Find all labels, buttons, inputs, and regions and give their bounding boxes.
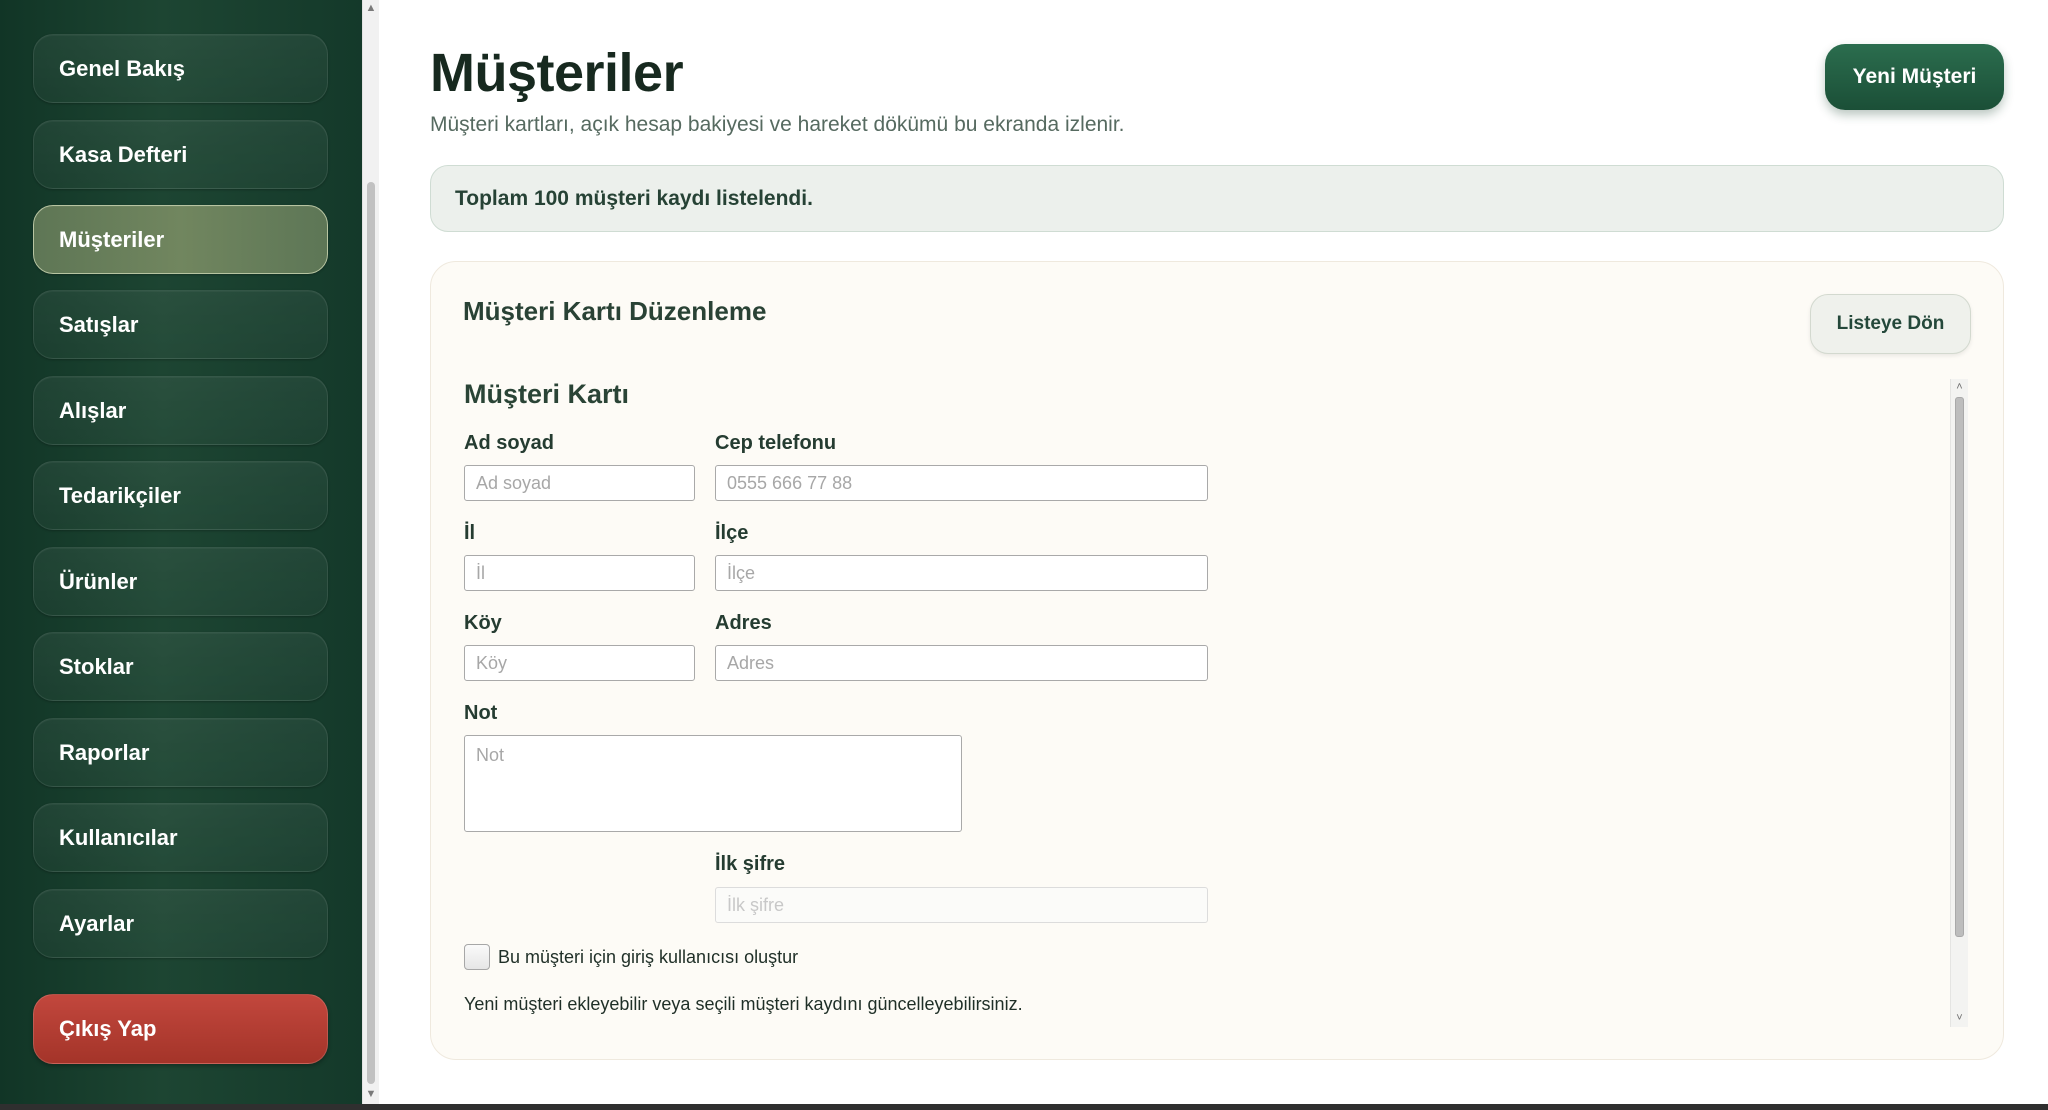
phone-label: Cep telefonu — [715, 432, 837, 454]
help-text: Yeni müşteri ekleyebilir veya seçili müş… — [464, 994, 1023, 1014]
form-title: Müşteri Kartı — [464, 379, 630, 409]
sidebar-item-kasa-defteri[interactable]: Kasa Defteri — [33, 120, 328, 189]
logout-label: Çıkış Yap — [59, 1016, 157, 1041]
create-login-label[interactable]: Bu müşteri için giriş kullanıcısı oluştu… — [498, 947, 798, 968]
sidebar-item-label: Stoklar — [59, 653, 134, 679]
page-scrollbar-thumb[interactable] — [367, 182, 375, 1084]
new-customer-button[interactable]: Yeni Müşteri — [1825, 44, 2004, 110]
sidebar-item-label: Ayarlar — [59, 910, 135, 936]
district-label: İlçe — [715, 522, 749, 544]
page-scrollbar[interactable]: ▲ ▼ — [362, 0, 379, 1104]
page-title: Müşteriler — [430, 43, 684, 103]
scroll-down-arrow-icon[interactable]: ▼ — [363, 1086, 379, 1103]
sidebar-item-label: Kasa Defteri — [59, 141, 188, 167]
sidebar-item-label: Genel Bakış — [59, 55, 185, 81]
note-textarea[interactable] — [464, 735, 962, 832]
card-title: Müşteri Kartı Düzenleme — [463, 296, 767, 326]
sidebar-item-genel-bakis[interactable]: Genel Bakış — [33, 34, 328, 103]
sidebar-item-urunler[interactable]: Ürünler — [33, 547, 328, 616]
page-subtitle: Müşteri kartları, açık hesap bakiyesi ve… — [430, 113, 1125, 136]
sidebar-item-satislar[interactable]: Satışlar — [33, 290, 328, 359]
village-label: Köy — [464, 612, 502, 634]
address-label: Adres — [715, 612, 772, 634]
info-banner-text: Toplam 100 müşteri kaydı listelendi. — [455, 186, 813, 210]
sidebar: Genel Bakış Kasa Defteri Müşteriler Satı… — [0, 0, 362, 1104]
sidebar-item-label: Satışlar — [59, 311, 139, 337]
form-scrollbar-thumb[interactable] — [1955, 397, 1964, 937]
sidebar-item-label: Raporlar — [59, 739, 150, 765]
scroll-up-arrow-icon[interactable]: ˄ — [1951, 379, 1968, 395]
form-scrollbar[interactable]: ˄ ˅ — [1950, 379, 1968, 1027]
sidebar-item-label: Tedarikçiler — [59, 482, 181, 508]
sidebar-item-tedarikciler[interactable]: Tedarikçiler — [33, 461, 328, 530]
name-label: Ad soyad — [464, 432, 555, 454]
sidebar-item-kullanicilar[interactable]: Kullanıcılar — [33, 803, 328, 872]
city-label: İl — [464, 522, 476, 544]
name-input[interactable] — [464, 465, 695, 501]
scroll-down-arrow-icon[interactable]: ˅ — [1951, 1010, 1968, 1026]
sidebar-item-ayarlar[interactable]: Ayarlar — [33, 889, 328, 958]
city-input[interactable] — [464, 555, 695, 591]
village-input[interactable] — [464, 645, 695, 681]
address-input[interactable] — [715, 645, 1208, 681]
sidebar-item-musteriler[interactable]: Müşteriler — [33, 205, 328, 274]
back-to-list-button[interactable]: Listeye Dön — [1810, 294, 1971, 354]
initial-password-label: İlk şifre — [715, 853, 786, 875]
create-login-checkbox[interactable] — [464, 944, 490, 970]
sidebar-item-raporlar[interactable]: Raporlar — [33, 718, 328, 787]
logout-button[interactable]: Çıkış Yap — [33, 994, 328, 1064]
info-banner: Toplam 100 müşteri kaydı listelendi. — [430, 165, 2004, 232]
sidebar-item-stoklar[interactable]: Stoklar — [33, 632, 328, 701]
initial-password-input[interactable] — [715, 887, 1208, 923]
customer-edit-card: Müşteri Kartı Düzenleme Listeye Dön Müşt… — [430, 261, 2004, 1060]
district-input[interactable] — [715, 555, 1208, 591]
window-bottom-edge — [0, 1104, 2048, 1110]
note-label: Not — [464, 702, 498, 724]
sidebar-item-label: Alışlar — [59, 397, 127, 423]
phone-input[interactable] — [715, 465, 1208, 501]
sidebar-item-label: Ürünler — [59, 568, 138, 594]
sidebar-item-label: Müşteriler — [59, 226, 165, 252]
scroll-up-arrow-icon[interactable]: ▲ — [363, 0, 379, 17]
sidebar-item-alislar[interactable]: Alışlar — [33, 376, 328, 445]
sidebar-item-label: Kullanıcılar — [59, 824, 178, 850]
